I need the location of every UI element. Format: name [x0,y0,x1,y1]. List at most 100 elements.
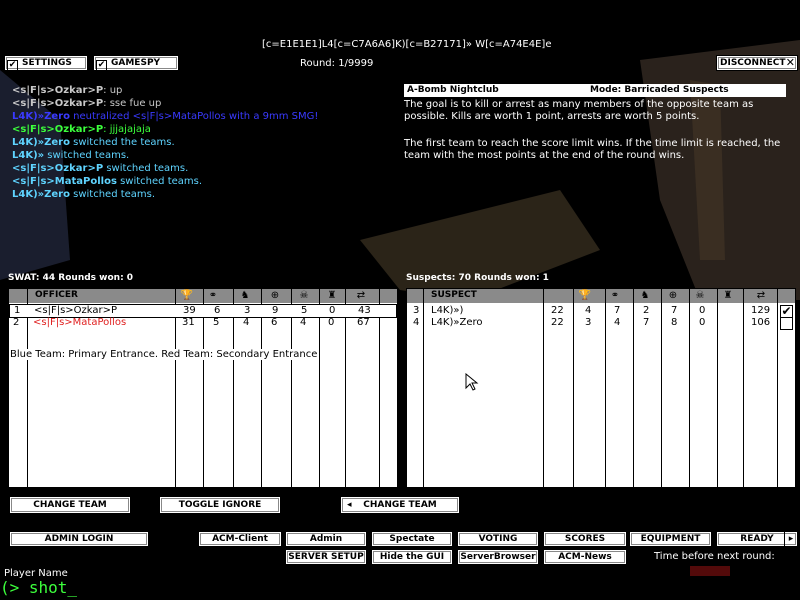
suspect-column-header: SUSPECT [431,290,477,300]
checkbox-icon: ✔ [7,60,18,71]
gamespy-button[interactable]: ✔ GAMESPY [93,55,179,71]
close-icon: ✕ [785,56,795,69]
chat-player-name: L4K)»Zero [12,111,70,122]
chat-message: neutralized <s|F|s>MataPollos with a 9mm… [69,111,319,122]
suspects-summary: Suspects: 70 Rounds won: 1 [406,273,549,283]
ready-button[interactable]: READY ▸ [716,531,798,547]
scores-button[interactable]: SCORES [543,531,627,547]
cell-c4: 6 [271,317,278,328]
skull-icon: ☠ [695,290,705,301]
cell-c1: 39 [183,305,196,316]
map-name: A-Bomb Nightclub [407,85,499,95]
chat-line: L4K)»Zero neutralized <s|F|s>MataPollos … [12,110,392,123]
chat-line: L4K)»Zero switched the teams. [12,136,392,149]
medal-icon: ♜ [327,290,337,301]
chat-player-name: L4K)»Zero [12,189,70,200]
timer-value [690,564,740,576]
player-row[interactable]: 3 L4K)») 22 4 7 2 7 0 129 ✔ [407,305,795,318]
server-browser-button[interactable]: ServerBrowser [457,549,539,565]
cell-c3: 4 [243,317,250,328]
console-input[interactable]: (> shot_ [0,578,77,597]
admin-login-button[interactable]: ADMIN LOGIN [9,531,149,547]
settings-button[interactable]: ✔ SETTINGS [4,55,88,71]
arrow-right-icon: ▸ [784,532,797,546]
mission-header: A-Bomb Nightclub Mode: Barricaded Suspec… [404,84,786,97]
bike-icon: ⚭ [208,290,218,301]
cell-name: L4K)»Zero [431,317,483,328]
acm-client-button[interactable]: ACM-Client [198,531,282,547]
cell-num: 3 [413,305,420,316]
player-row[interactable]: 1 <s|F|s>Ozkar>P 39 6 3 9 5 0 43 [9,304,397,318]
cell-c4: 7 [643,317,650,328]
network-icon: ⇄ [356,290,366,301]
medal-icon: ♜ [723,290,733,301]
cell-c2: 6 [214,305,221,316]
cell-c5: 8 [671,317,678,328]
officer-column-header: OFFICER [35,290,78,300]
next-round-timer-label: Time before next round: [654,551,775,562]
cell-c2: 5 [213,317,220,328]
chat-message: switched teams. [44,150,130,161]
game-mode: Mode: Barricaded Suspects [590,85,729,95]
cell-c1: 22 [551,317,564,328]
disconnect-button[interactable]: DISCONNECT ✕ [716,55,798,71]
cell-name: <s|F|s>MataPollos [33,317,127,328]
player-row[interactable]: 4 L4K)»Zero 22 3 4 7 8 0 106 [407,317,795,330]
bike-icon: ⚭ [610,290,620,301]
cell-num: 4 [413,317,420,328]
cell-c4: 9 [272,305,279,316]
chat-message: switched teams. [116,176,203,187]
cell-ready [780,317,793,330]
chat-message: switched the teams. [69,137,175,148]
cell-c6: 0 [699,305,706,316]
suspects-header-row: SUSPECT 🏆 ⚭ ♞ ⊕ ☠ ♜ ⇄ [407,289,795,303]
checkbox-icon: ✔ [96,60,107,71]
network-icon: ⇄ [756,290,766,301]
cell-c6: 0 [329,305,336,316]
suspects-scoreboard: SUSPECT 🏆 ⚭ ♞ ⊕ ☠ ♜ ⇄ 3 L4K)») 22 4 7 2 7 0 129 ✔… [406,288,796,488]
change-team-left-button[interactable]: CHANGE TEAM [9,496,131,514]
cell-c3: 7 [614,305,621,316]
voting-button[interactable]: VOTING [457,531,539,547]
admin-button[interactable]: Admin [285,531,367,547]
acm-news-button[interactable]: ACM-News [543,549,627,565]
cell-num: 2 [13,317,20,328]
change-team-right-button[interactable]: ◂ CHANGE TEAM [340,496,460,514]
chat-line: <s|F|s>Ozkar>P: sse fue up [12,97,392,110]
cell-ping: 106 [751,317,771,328]
cell-c2: 3 [585,317,592,328]
chat-player-name: <s|F|s>Ozkar>P [12,98,104,109]
toggle-ignore-button[interactable]: TOGGLE IGNORE [159,496,281,514]
cell-c1: 31 [182,317,195,328]
chat-player-name: <s|F|s>MataPollos [12,176,117,187]
cuffs-icon: ♞ [240,290,250,301]
server-setup-button[interactable]: SERVER SETUP [285,549,367,565]
chat-message: switched teams. [103,163,189,174]
chat-player-name: <s|F|s>Ozkar>P [12,85,104,96]
cell-c5: 4 [300,317,307,328]
chat-player-name: <s|F|s>Ozkar>P [12,163,104,174]
cell-c3: 4 [614,317,621,328]
cell-ping: 67 [357,317,370,328]
equipment-button[interactable]: EQUIPMENT [629,531,712,547]
cell-c4: 2 [643,305,650,316]
cell-c5: 5 [301,305,308,316]
cell-c3: 3 [244,305,251,316]
team-entrance-note: Blue Team: Primary Entrance. Red Team: S… [10,349,318,360]
chat-line: <s|F|s>Ozkar>P switched teams. [12,162,392,175]
mission-rules: The first team to reach the score limit … [404,138,781,161]
server-name: [c=E1E1E1]L4[c=C7A6A6]K)[c=B27171]» W[c=… [262,39,552,50]
chat-message: : up [103,85,123,96]
player-row[interactable]: 2 <s|F|s>MataPollos 31 5 4 6 4 0 67 [9,317,397,329]
hide-gui-button[interactable]: Hide the GUI [371,549,453,565]
chat-line: <s|F|s>MataPollos switched teams. [12,175,392,188]
chat-line: <s|F|s>Ozkar>P: jjjajajaja [12,123,392,136]
mission-description: The goal is to kill or arrest as many me… [404,99,754,122]
chat-player-name: L4K)»Zero [12,137,70,148]
cell-num: 1 [14,305,21,316]
cuffs-icon: ♞ [640,290,650,301]
mouse-cursor-icon [465,373,479,391]
cell-c1: 22 [551,305,564,316]
cell-c2: 4 [585,305,592,316]
spectate-button[interactable]: Spectate [371,531,453,547]
